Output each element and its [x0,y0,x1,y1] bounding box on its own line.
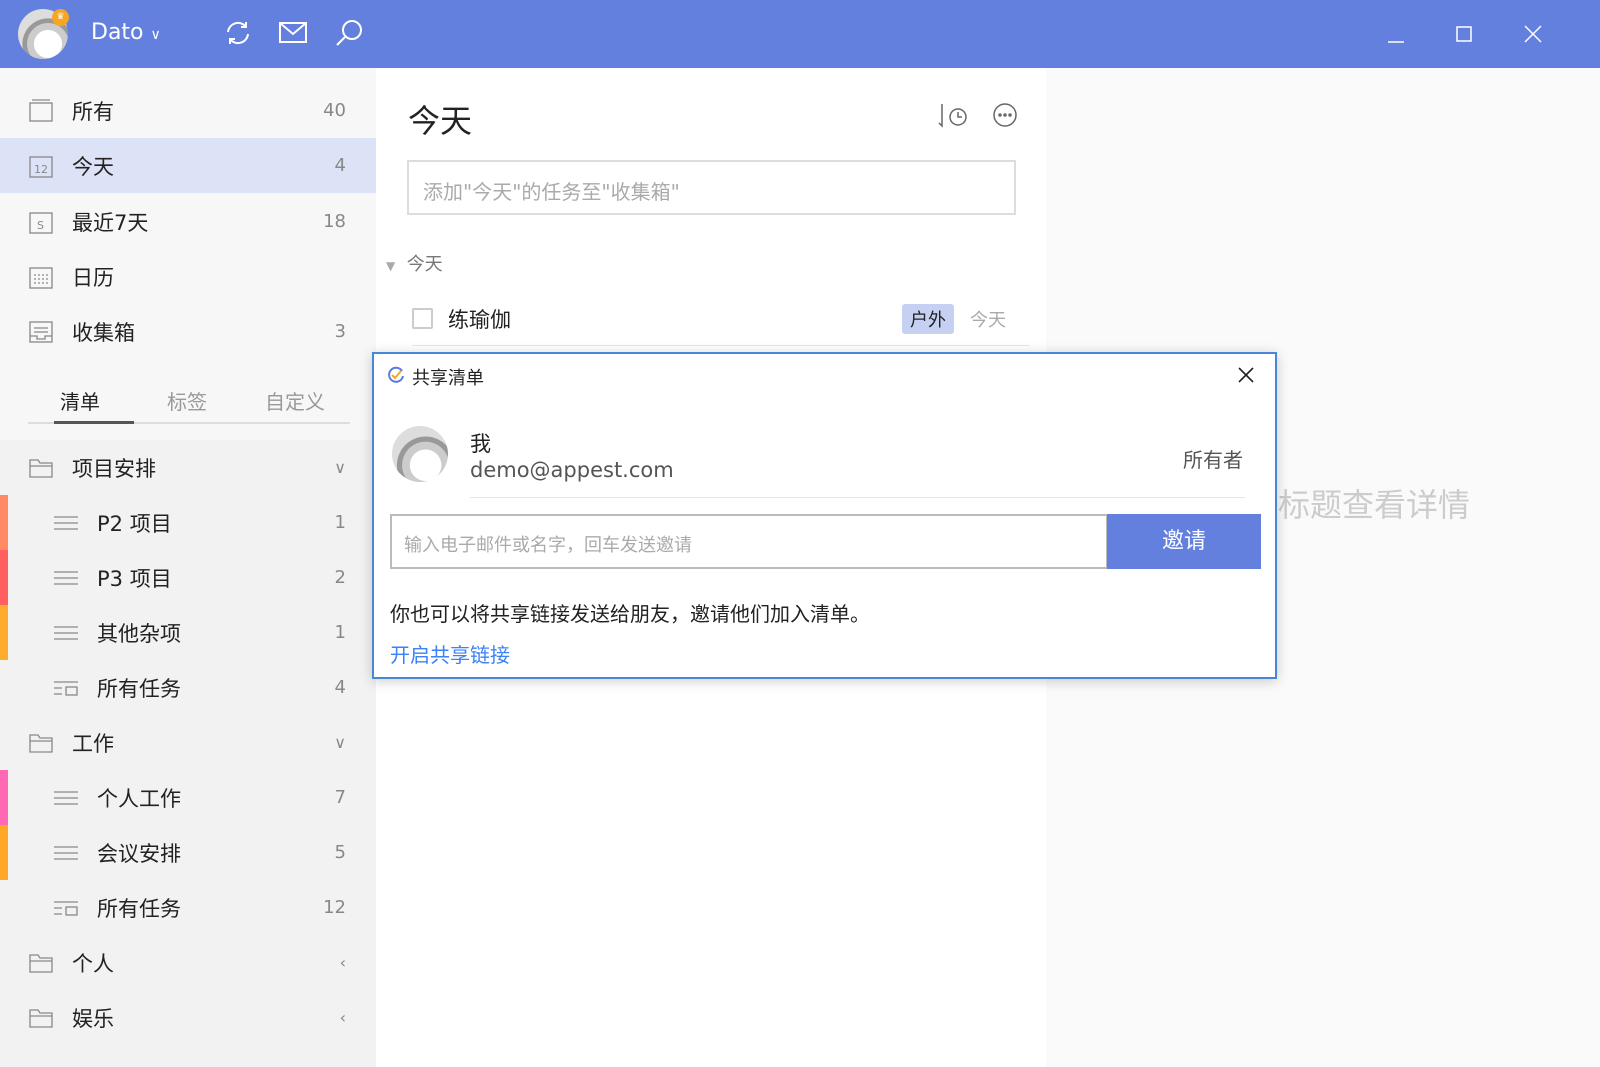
tab-lists[interactable]: 清单 [60,386,100,415]
chevron-down-icon[interactable]: ∨ [334,458,346,477]
sidebar-item-inbox[interactable]: 收集箱 3 [0,304,376,359]
folder-icon [29,733,53,753]
triangle-down-icon: ▼ [386,259,396,273]
dialog-title: 共享清单 [412,368,484,389]
close-window-icon[interactable] [1519,20,1547,48]
folder-icon [29,953,53,973]
calendar-12-icon: 12 [29,155,53,178]
chevron-down-icon: ∨ [150,27,161,43]
sidebar-item-today[interactable]: 12 今天 4 [0,138,376,193]
sidebar: 所有 40 12 今天 4 S 最近7天 18 日历 收集箱 3 清单 标签 自定义 项… [0,68,376,1067]
list-icon [54,515,78,530]
list-color-bar [0,495,8,550]
sidebar-item-next7[interactable]: S 最近7天 18 [0,194,376,249]
list-icon [54,625,78,640]
search-icon[interactable] [334,18,364,48]
list-icon [54,845,78,860]
sidebar-list-item[interactable]: 所有任务 12 [0,880,376,935]
member-name: 我 [470,432,491,456]
svg-text:12: 12 [34,163,48,176]
member-email: demo@appest.com [470,458,674,482]
svg-text:S: S [37,219,44,232]
tab-custom[interactable]: 自定义 [265,386,325,415]
chevron-down-icon[interactable]: ∨ [334,733,346,752]
folder-icon [29,458,53,478]
folder-2[interactable]: 个人 ‹ [0,935,376,990]
mail-icon[interactable] [278,18,308,48]
list-color-bar [0,825,8,880]
task-checkbox[interactable] [412,308,433,329]
page-title: 今天 [408,102,473,140]
share-list-dialog: 共享清单 我 demo@appest.com 所有者 输入电子邮件或名字，回车发… [372,352,1277,679]
inbox-all-icon [29,98,53,122]
list-color-bar [0,605,8,660]
folder-1[interactable]: 工作 ∨ [0,715,376,770]
sidebar-list-item[interactable]: P3 项目 2 [0,550,376,605]
enable-share-link[interactable]: 开启共享链接 [390,639,510,668]
list-icon [54,570,78,585]
all-tasks-icon [54,900,78,916]
invite-button[interactable]: 邀请 [1107,514,1261,569]
minimize-icon[interactable] [1382,20,1410,48]
inbox-icon [29,320,53,343]
sidebar-list-item[interactable]: 个人工作 7 [0,770,376,825]
list-icon [54,790,78,805]
detail-hint: 标题查看详情 [1278,486,1471,524]
member-role: 所有者 [1183,448,1243,472]
calendar-s-icon: S [29,211,53,234]
sidebar-list-item[interactable]: P2 项目 1 [0,495,376,550]
app-logo-check-icon [388,366,404,383]
list-color-bar [0,550,8,605]
sidebar-item-all[interactable]: 所有 40 [0,83,376,138]
divider [470,497,1245,498]
chevron-left-icon[interactable]: ‹ [340,953,346,972]
folder-3[interactable]: 娱乐 ‹ [0,990,376,1045]
close-icon[interactable] [1235,364,1257,386]
sync-icon[interactable] [223,18,253,48]
task-title[interactable]: 练瑜伽 [448,304,511,334]
sidebar-list-item[interactable]: 所有任务 4 [0,660,376,715]
all-tasks-icon [54,680,78,696]
calendar-grid-icon [29,266,53,289]
tab-tags[interactable]: 标签 [167,386,207,415]
sidebar-list-item[interactable]: 会议安排 5 [0,825,376,880]
account-dropdown[interactable]: Dato ∨ [91,20,161,45]
sidebar-item-calendar[interactable]: 日历 [0,249,376,304]
list-color-bar [0,770,8,825]
folder-icon [29,1008,53,1028]
maximize-icon[interactable] [1450,20,1478,48]
title-bar: ♛ Dato ∨ [0,0,1600,68]
crown-icon: ♛ [52,9,69,26]
task-date: 今天 [970,310,1006,331]
list-tabs: 清单 标签 自定义 [28,380,350,424]
folder-0[interactable]: 项目安排 ∨ [0,440,376,495]
section-header-today[interactable]: ▼ 今天 [386,250,443,276]
sort-by-time-icon[interactable] [936,102,972,130]
task-row[interactable]: 练瑜伽 户外 今天 [412,304,1030,346]
task-tag[interactable]: 户外 [902,304,954,334]
invite-input[interactable]: 输入电子邮件或名字，回车发送邀请 [390,514,1108,569]
more-icon[interactable] [992,102,1018,128]
chevron-left-icon[interactable]: ‹ [340,1008,346,1027]
member-avatar [392,426,448,482]
share-description: 你也可以将共享链接发送给朋友，邀请他们加入清单。 [390,602,870,626]
add-task-input[interactable]: 添加"今天"的任务至"收集箱" [407,160,1016,215]
sidebar-list-item[interactable]: 其他杂项 1 [0,605,376,660]
active-tab-indicator [54,421,134,424]
